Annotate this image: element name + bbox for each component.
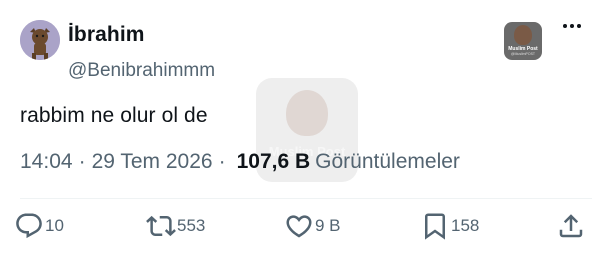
muslim-post-badge: Muslim Post @MuslimPOST xyxy=(504,22,542,60)
reply-count: 10 xyxy=(45,216,64,235)
avatar[interactable] xyxy=(20,20,60,60)
retweet-icon xyxy=(146,215,176,237)
avatar-image xyxy=(20,20,60,60)
badge-sub-label: @MuslimPOST xyxy=(510,52,536,56)
views-count: 107,6 B xyxy=(236,150,311,173)
views-label: Görüntülemeler xyxy=(315,150,460,173)
bookmark-count: 158 xyxy=(451,216,480,235)
like-button[interactable]: 9 B xyxy=(284,210,341,242)
reply-icon xyxy=(16,213,42,239)
author-name[interactable]: İbrahim xyxy=(68,23,145,47)
share-button[interactable] xyxy=(556,210,586,242)
tweet-time[interactable]: 14:04 xyxy=(20,150,73,174)
watermark-face-image xyxy=(286,90,328,136)
tweet-meta: 14:04 · 29 Tem 2026 · 107,6 B Görüntülem… xyxy=(20,150,460,174)
tweet-card: İbrahim @Benibrahimmm Muslim Post @Musli… xyxy=(0,0,612,261)
meta-separator: · xyxy=(78,150,86,173)
divider xyxy=(20,198,592,199)
meta-separator: · xyxy=(218,150,226,173)
tweet-text: rabbim ne olur ol de xyxy=(20,104,208,127)
heart-icon xyxy=(286,215,312,238)
more-dots-icon[interactable] xyxy=(560,14,584,38)
bookmark-icon xyxy=(425,213,445,240)
retweet-count: 553 xyxy=(177,216,206,235)
share-icon xyxy=(559,214,583,238)
tweet-date[interactable]: 29 Tem 2026 xyxy=(92,150,213,174)
bookmark-button[interactable]: 158 xyxy=(420,210,479,242)
like-count: 9 B xyxy=(315,216,341,235)
author-handle[interactable]: @Benibrahimmm xyxy=(68,60,215,82)
reply-button[interactable]: 10 xyxy=(14,210,64,242)
retweet-button[interactable]: 553 xyxy=(146,210,205,242)
badge-face-image xyxy=(514,25,532,45)
